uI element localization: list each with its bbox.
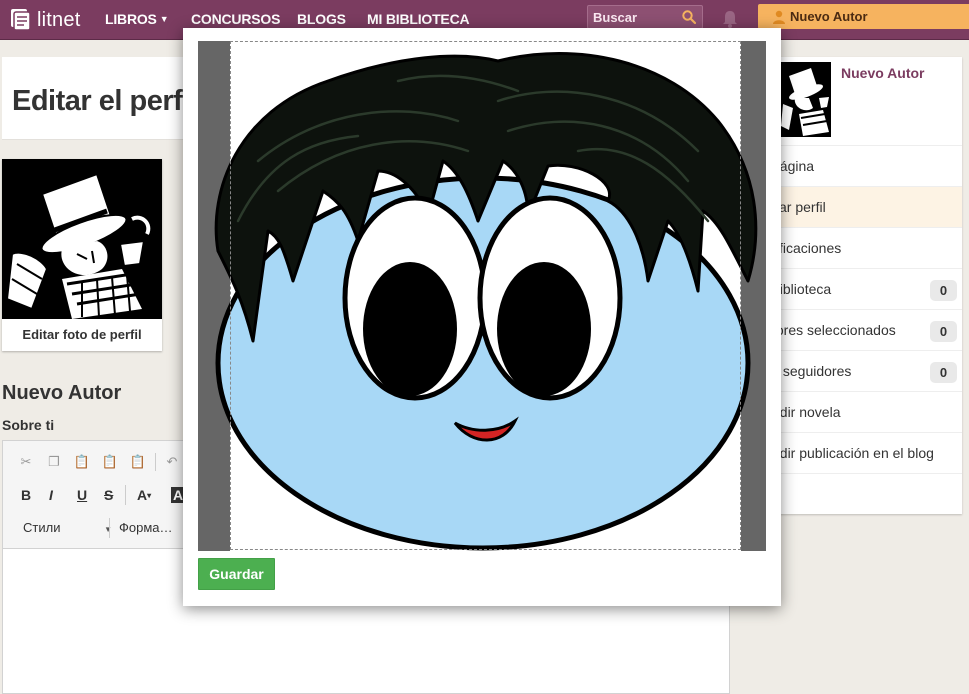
sidebar-user-name[interactable]: Nuevo Autor bbox=[841, 65, 924, 81]
italic-icon[interactable]: I bbox=[49, 487, 53, 503]
litnet-logo[interactable]: litnet bbox=[10, 7, 80, 33]
nav-blogs[interactable]: BLOGS bbox=[297, 11, 346, 27]
sidebar-item-mi-biblioteca[interactable]: biblioteca 0 bbox=[762, 268, 962, 309]
sidebar-item-editar-perfil[interactable]: itar perfil bbox=[762, 186, 962, 227]
search-input[interactable] bbox=[588, 6, 678, 28]
count-badge: 0 bbox=[930, 362, 957, 383]
sidebar-item-autores-seleccionados[interactable]: tores seleccionados 0 bbox=[762, 309, 962, 350]
copy-icon[interactable]: ❐ bbox=[45, 453, 63, 471]
sidebar-item-label: tores seleccionados bbox=[772, 322, 896, 338]
sidebar-item-salir[interactable]: ir bbox=[762, 473, 962, 514]
strikethrough-icon[interactable]: S bbox=[104, 487, 113, 503]
search-icon[interactable] bbox=[682, 10, 696, 24]
about-label: Sobre ti bbox=[2, 417, 55, 433]
sidebar-item-anadir-publicacion[interactable]: adir publicación en el blog bbox=[762, 432, 962, 473]
user-menu-label: Nuevo Autor bbox=[790, 9, 868, 24]
text-color-icon[interactable]: A▾ bbox=[137, 487, 151, 503]
edit-photo-label[interactable]: Editar foto de perfil bbox=[2, 327, 162, 342]
nav-libros[interactable]: LIBROS ▼ bbox=[105, 11, 169, 27]
crop-selection-box[interactable] bbox=[230, 41, 741, 550]
profile-photo-card[interactable]: Editar foto de perfil bbox=[2, 159, 162, 351]
caret-down-icon: ▼ bbox=[159, 14, 169, 24]
paste-icon[interactable]: 📋 bbox=[73, 453, 91, 471]
sidebar-avatar[interactable] bbox=[779, 62, 831, 137]
sidebar-item-label: adir publicación en el blog bbox=[772, 445, 934, 461]
sidebar-item-label: tificaciones bbox=[772, 240, 842, 256]
save-button[interactable]: Guardar bbox=[198, 558, 275, 590]
nav-mi-biblioteca[interactable]: MI BIBLIOTECA bbox=[367, 11, 470, 27]
underline-icon[interactable]: U bbox=[77, 487, 87, 503]
count-badge: 0 bbox=[930, 280, 957, 301]
toolbar-separator bbox=[155, 453, 156, 471]
format-combo[interactable]: Форма… bbox=[119, 520, 173, 535]
user-icon bbox=[773, 10, 785, 24]
undo-icon[interactable]: ↶ bbox=[163, 453, 181, 471]
styles-combo-label: Стили bbox=[23, 520, 61, 535]
book-logo-icon bbox=[10, 8, 32, 32]
cut-icon[interactable]: ✂ bbox=[17, 453, 35, 471]
page-title-card: Editar el perfil bbox=[2, 57, 202, 140]
styles-combo[interactable]: Стили ▼ bbox=[23, 520, 112, 535]
user-menu-button[interactable]: Nuevo Autor bbox=[758, 4, 969, 29]
toolbar-separator bbox=[125, 485, 126, 505]
nav-libros-label: LIBROS bbox=[105, 11, 157, 27]
paste-word-icon[interactable]: 📋 bbox=[129, 453, 147, 471]
sidebar-item-anadir-novela[interactable]: adir novela bbox=[762, 391, 962, 432]
profile-user-name: Nuevo Autor bbox=[2, 382, 122, 404]
user-sidebar-menu: Nuevo Autor página itar perfil tificacio… bbox=[762, 57, 962, 514]
sidebar-item-label: adir novela bbox=[772, 404, 841, 420]
bell-icon[interactable] bbox=[721, 9, 739, 29]
sidebar-item-mi-pagina[interactable]: página bbox=[762, 145, 962, 186]
crop-area[interactable] bbox=[198, 41, 766, 551]
bold-icon[interactable]: B bbox=[21, 487, 31, 503]
photo-crop-modal: Guardar bbox=[183, 28, 781, 606]
nav-concursos[interactable]: CONCURSOS bbox=[191, 11, 280, 27]
toolbar-separator bbox=[109, 518, 110, 538]
sidebar-item-notificaciones[interactable]: tificaciones bbox=[762, 227, 962, 268]
count-badge: 0 bbox=[930, 321, 957, 342]
search-box bbox=[587, 5, 703, 29]
sidebar-item-mis-seguidores[interactable]: s seguidores 0 bbox=[762, 350, 962, 391]
profile-photo bbox=[2, 159, 162, 319]
paste-text-icon[interactable]: 📋 bbox=[101, 453, 119, 471]
logo-text: litnet bbox=[37, 8, 81, 31]
sidebar-item-label: s seguidores bbox=[772, 363, 852, 379]
page-title: Editar el perfil bbox=[12, 85, 198, 117]
